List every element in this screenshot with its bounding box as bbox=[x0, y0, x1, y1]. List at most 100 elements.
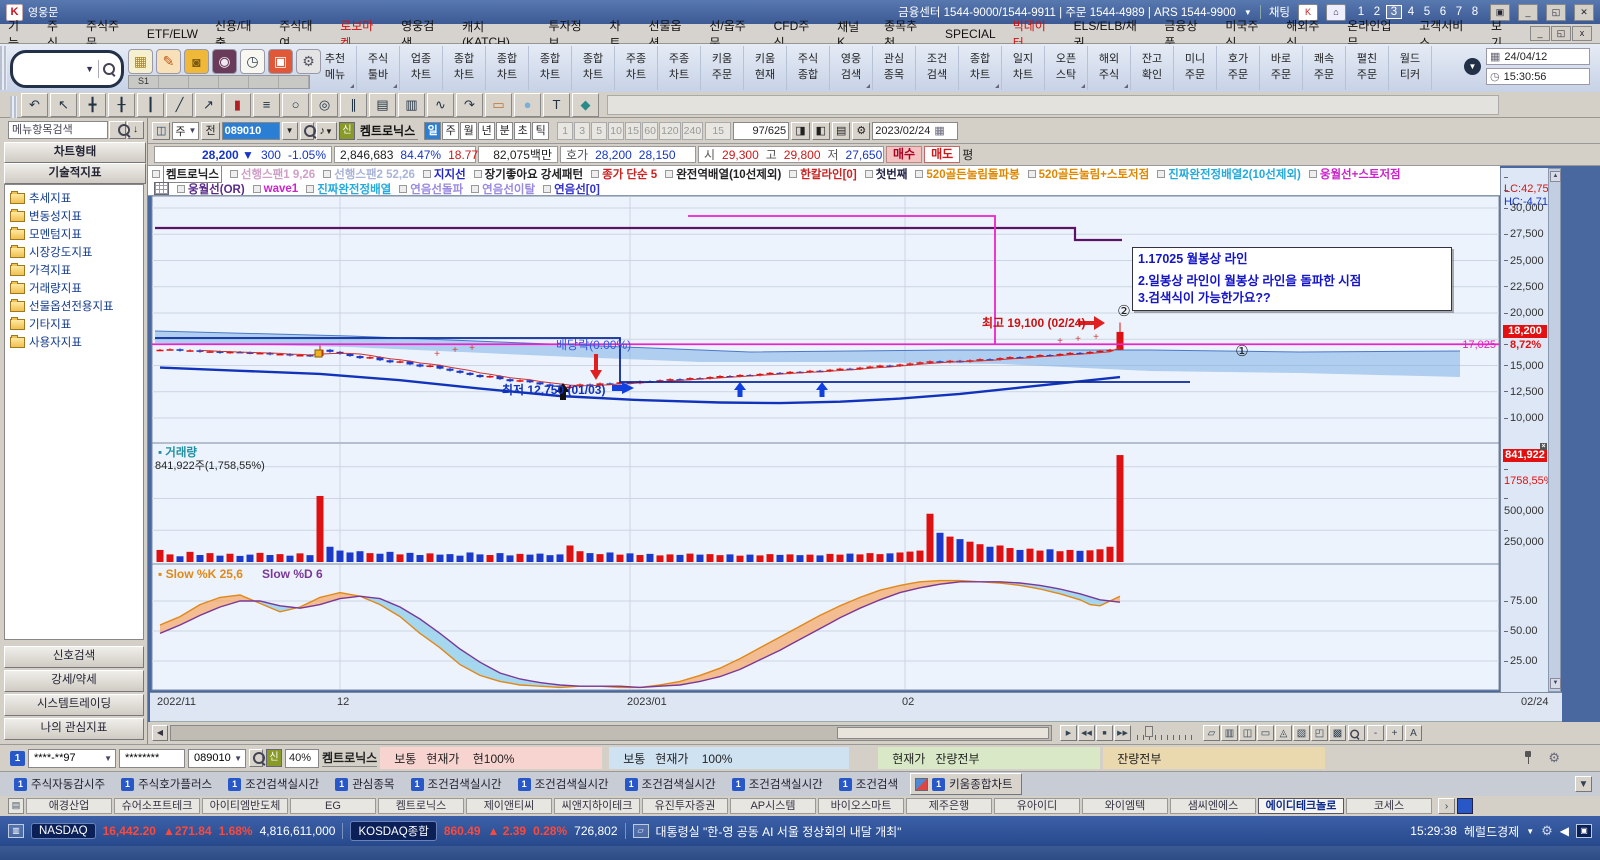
search-dropdown-icon[interactable]: ▼ bbox=[85, 64, 94, 74]
watch-stock-cell[interactable]: EG bbox=[290, 798, 376, 814]
draw-tool-button[interactable]: ▥ bbox=[398, 93, 425, 117]
menu-search-input[interactable]: 메뉴항목검색 bbox=[8, 121, 108, 139]
screen-tab[interactable]: 1 주식자동감시주 bbox=[10, 774, 113, 794]
quick-button[interactable]: 키움현재 bbox=[744, 46, 787, 90]
interval-button[interactable]: 1 bbox=[557, 122, 573, 140]
mdi-close-button[interactable]: x bbox=[1572, 26, 1592, 41]
draw-tool-button[interactable]: ↷ bbox=[456, 93, 483, 117]
tree-item[interactable]: 시장강도지표 bbox=[7, 243, 141, 261]
search-icon[interactable] bbox=[103, 63, 115, 75]
screen-tab[interactable]: 1 키움종합차트 bbox=[910, 773, 1021, 795]
quick-button[interactable]: 주식종합 bbox=[787, 46, 830, 90]
annotation-note-box[interactable]: 1.17025 월봉상 라인2.일봉상 라인이 월봉상 라인을 돌파한 시점3.… bbox=[1132, 247, 1452, 311]
draw-tool-button[interactable]: ∥ bbox=[340, 93, 367, 117]
quick-button[interactable]: 영웅검색 bbox=[830, 46, 873, 90]
sell-button[interactable]: 매도 bbox=[924, 146, 960, 163]
quick-button[interactable]: 추천메뉴 bbox=[314, 46, 357, 90]
interval-button[interactable]: 120 bbox=[659, 122, 681, 140]
chart-tool-icon[interactable]: ◫ bbox=[1239, 725, 1256, 741]
grid-icon[interactable] bbox=[154, 182, 169, 195]
drawbar-dock-handle[interactable] bbox=[10, 96, 17, 118]
sell-order-panel[interactable]: 보통 현재가 100% bbox=[609, 747, 849, 769]
scroll-left-icon[interactable]: ◀ bbox=[152, 725, 168, 741]
draw-tool-button[interactable]: ≡ bbox=[253, 93, 280, 117]
tree-item[interactable]: 선물옵션전용지표 bbox=[7, 297, 141, 315]
chart-tool-icon[interactable]: ▥ bbox=[1221, 725, 1238, 741]
watch-stock-cell[interactable]: 유아이디 bbox=[994, 798, 1080, 814]
quick-button[interactable]: 해외주식 bbox=[1088, 46, 1131, 90]
draw-tool-button[interactable]: ▮ bbox=[224, 93, 251, 117]
legend-chip[interactable]: 장기좋아요 강세패턴 bbox=[474, 166, 583, 182]
sound-icon[interactable]: ♪▼ bbox=[316, 122, 337, 140]
legend-chip[interactable]: 연음선돌파 bbox=[399, 181, 463, 197]
sidebar-bottom-button[interactable]: 시스템트레이딩 bbox=[4, 694, 144, 716]
legend-chip[interactable]: 첫번째 bbox=[865, 166, 908, 182]
zoom-in-icon[interactable]: + bbox=[1386, 725, 1403, 741]
legend-chip[interactable]: wave1 bbox=[253, 183, 299, 195]
screen-tab[interactable]: 1 조건검색실시간 bbox=[407, 774, 510, 794]
stocks-add-icon[interactable] bbox=[1457, 798, 1473, 814]
zoom-out-icon[interactable]: - bbox=[1367, 725, 1384, 741]
chart-date-field[interactable]: 2023/02/24▦ bbox=[872, 122, 958, 140]
legend-chip[interactable]: 완전역배열(10선제외) bbox=[665, 166, 781, 182]
menu-item[interactable]: SPECIAL bbox=[945, 27, 996, 41]
clipboard-icon[interactable]: ▤ bbox=[8, 798, 24, 814]
draw-tool-button[interactable]: ╱ bbox=[166, 93, 193, 117]
screen-tab[interactable]: 1 조건검색실시간 bbox=[224, 774, 327, 794]
draw-tool-button[interactable]: ╋ bbox=[79, 93, 106, 117]
toolbar-icon[interactable]: ◙ bbox=[184, 49, 209, 74]
order-settings-icon[interactable]: ⚙ bbox=[1548, 750, 1560, 766]
toolbar-expand-icon[interactable]: ▼ bbox=[1464, 58, 1481, 75]
status-collapse-icon[interactable]: ◀ bbox=[1560, 824, 1569, 838]
chart-tool-icon[interactable]: ▩ bbox=[1329, 725, 1346, 741]
chart-tool-icon[interactable]: ▧ bbox=[1293, 725, 1310, 741]
chart-settings-icon[interactable]: ⚙ bbox=[852, 122, 870, 140]
tree-item[interactable]: 기타지표 bbox=[7, 315, 141, 333]
status-monitor-icon[interactable]: ▣ bbox=[1576, 824, 1592, 838]
scrollbar-thumb[interactable] bbox=[837, 727, 1049, 739]
draw-tool-button[interactable]: ↖ bbox=[50, 93, 77, 117]
screen-tab[interactable]: 1 조건검색실시간 bbox=[728, 774, 831, 794]
replay-button[interactable]: ▶ bbox=[1060, 725, 1077, 741]
mdi-minimize-button[interactable]: _ bbox=[1530, 26, 1550, 41]
interval-button[interactable]: 5 bbox=[591, 122, 607, 140]
zoom-search-icon[interactable] bbox=[1348, 725, 1365, 741]
slot-s1[interactable]: S1 bbox=[129, 76, 159, 88]
chart-tool-icon[interactable]: ◬ bbox=[1275, 725, 1292, 741]
screen-tab[interactable]: 1 조건검색실시간 bbox=[514, 774, 617, 794]
quick-button[interactable]: 관심종목 bbox=[873, 46, 916, 90]
quick-button[interactable]: 월드티커 bbox=[1389, 46, 1432, 90]
menu-item[interactable]: ETF/ELW bbox=[147, 27, 198, 41]
watch-stock-cell[interactable]: 바이오스마트 bbox=[818, 798, 904, 814]
watch-stock-cell[interactable]: 유진투자증권 bbox=[642, 798, 728, 814]
period-button[interactable]: 초 bbox=[514, 122, 531, 140]
quick-button[interactable]: 바로주문 bbox=[1260, 46, 1303, 90]
stock-code-field[interactable] bbox=[222, 122, 280, 140]
watch-stock-cell[interactable]: 슈어소프트테크 bbox=[114, 798, 200, 814]
period-button[interactable]: 일 bbox=[424, 122, 441, 140]
speed-slider[interactable] bbox=[1137, 726, 1197, 740]
tree-item[interactable]: 변동성지표 bbox=[7, 207, 141, 225]
draw-tool-button[interactable]: ∿ bbox=[427, 93, 454, 117]
chart-tool-icon[interactable]: ▭ bbox=[1257, 725, 1274, 741]
watch-stock-cell[interactable]: 아이티엠반도체 bbox=[202, 798, 288, 814]
legend-chip[interactable]: 520골든눌림돌파봉 bbox=[915, 166, 1019, 182]
quick-button[interactable]: 종합차트 bbox=[572, 46, 615, 90]
quick-button[interactable]: 업종차트 bbox=[400, 46, 443, 90]
interval-button[interactable]: 240 bbox=[682, 122, 704, 140]
draw-tool-button[interactable]: ↶ bbox=[21, 93, 48, 117]
draw-tool-button[interactable]: ┃ bbox=[137, 93, 164, 117]
period-button[interactable]: 틱 bbox=[532, 122, 549, 140]
watch-stock-cell[interactable]: 켐트로닉스 bbox=[378, 798, 464, 814]
tree-item[interactable]: 추세지표 bbox=[7, 189, 141, 207]
watch-stock-cell[interactable]: 씨앤지하이테크 bbox=[554, 798, 640, 814]
password-field[interactable] bbox=[119, 749, 185, 768]
watch-stock-cell[interactable]: 에이디테크놀로 bbox=[1258, 798, 1344, 814]
period-button[interactable]: 분 bbox=[496, 122, 513, 140]
legend-chip[interactable]: 연음선[0] bbox=[543, 181, 600, 197]
toolbar-icon[interactable]: ◷ bbox=[240, 49, 265, 74]
buy-button[interactable]: 매수 bbox=[886, 146, 922, 163]
save-chart-icon[interactable]: ▤ bbox=[832, 122, 850, 140]
watch-stock-cell[interactable]: 와이엠텍 bbox=[1082, 798, 1168, 814]
current-qty-panel[interactable]: 현재가 잔량전부 bbox=[878, 747, 1100, 769]
